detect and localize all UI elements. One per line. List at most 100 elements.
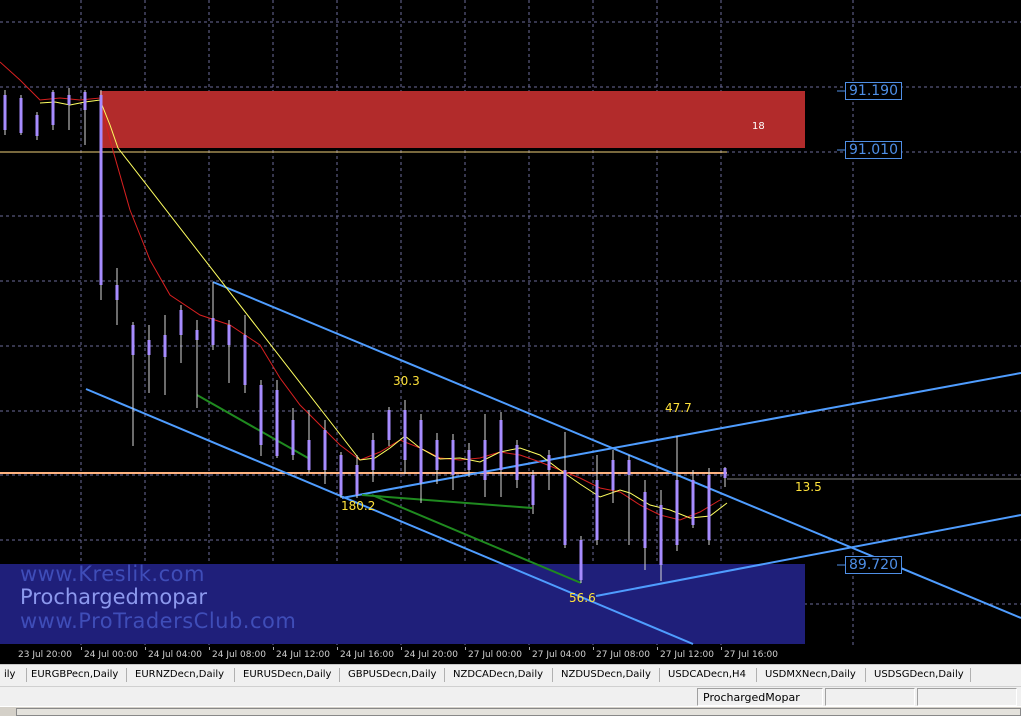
time-label: 24 Jul 04:00 — [148, 650, 202, 660]
candle-body — [691, 480, 695, 525]
tab-eurusd[interactable]: EURUSDecn,Daily — [239, 667, 335, 685]
time-tick — [337, 647, 338, 650]
tab-separator — [552, 668, 553, 682]
swing-annotation-5: 56.6 — [569, 591, 596, 605]
candle-body — [131, 325, 135, 355]
time-label: 27 Jul 00:00 — [468, 650, 522, 660]
tab-separator — [339, 668, 340, 682]
tab-nzdcad[interactable]: NZDCADecn,Daily — [449, 667, 547, 685]
status-cell-empty — [917, 688, 1017, 706]
tab-separator — [126, 668, 127, 682]
price-label-zone-bottom: 91.010 — [845, 141, 902, 159]
candle-body — [323, 430, 327, 470]
candle-body — [147, 340, 151, 355]
candle-body — [387, 410, 391, 440]
price-label-lower: 89.720 — [845, 556, 902, 574]
tab-separator — [444, 668, 445, 682]
terminal-window: 18 91.190 91.010 89.720 30.3 47.7 13.5 1… — [0, 0, 1021, 716]
candle-body — [483, 440, 487, 480]
horizontal-scrollbar[interactable] — [0, 706, 1021, 716]
candle-body — [419, 420, 423, 483]
time-label: 27 Jul 16:00 — [724, 650, 778, 660]
price-chart[interactable]: 18 91.190 91.010 89.720 30.3 47.7 13.5 1… — [0, 0, 1021, 647]
candle-body — [179, 310, 183, 335]
tab-eurnzd[interactable]: EURNZDecn,Daily — [131, 667, 228, 685]
moving-average-fast — [39, 99, 728, 519]
swing-annotation-3: 13.5 — [795, 480, 822, 494]
candle-body — [723, 468, 727, 478]
swing-annotation-2: 47.7 — [665, 401, 692, 415]
candle-body — [307, 440, 311, 470]
swing-annotation-1: 30.3 — [393, 374, 420, 388]
candle-body — [499, 420, 503, 470]
watermark-protradersclub: www.ProTradersClub.com — [20, 609, 297, 633]
candle-body — [83, 92, 87, 110]
candle-body — [579, 540, 583, 580]
time-tick — [209, 647, 210, 650]
tab-separator — [865, 668, 866, 682]
candle-body — [115, 285, 119, 300]
tab-separator — [659, 668, 660, 682]
candle-body — [467, 450, 471, 470]
candle-body — [371, 440, 375, 470]
time-label: 27 Jul 08:00 — [596, 650, 650, 660]
tab-eurgbp[interactable]: EURGBPecn,Daily — [27, 667, 122, 685]
status-profile: ProchargedMopar — [697, 688, 823, 706]
price-label-upper: 91.190 — [845, 82, 902, 100]
candle-body — [99, 95, 103, 285]
candle-body — [611, 460, 615, 490]
status-cell-empty — [825, 688, 915, 706]
candle-body — [675, 480, 679, 545]
candle-body — [643, 492, 647, 548]
time-label: 23 Jul 20:00 — [18, 650, 72, 660]
candle-body — [195, 330, 199, 340]
time-label: 24 Jul 20:00 — [404, 650, 458, 660]
candle-body — [67, 95, 71, 105]
time-label: 27 Jul 04:00 — [532, 650, 586, 660]
candle-body — [355, 465, 359, 495]
candle-body — [163, 335, 167, 357]
time-tick — [657, 647, 658, 650]
time-tick — [145, 647, 146, 650]
symbol-tabs-bar: ily EURGBPecn,Daily EURNZDecn,Daily EURU… — [0, 664, 1021, 686]
tab-usdsgd[interactable]: USDSGDecn,Daily — [870, 667, 968, 685]
candle-body — [19, 98, 23, 133]
candle-body — [227, 325, 231, 345]
candle-body — [547, 455, 551, 470]
candle-body — [339, 455, 343, 495]
tab-separator — [234, 668, 235, 682]
time-axis: 23 Jul 20:00 24 Jul 00:00 24 Jul 04:00 2… — [0, 647, 1021, 664]
watermark-kreslik: www.Kreslik.com — [20, 562, 205, 586]
time-label: 24 Jul 08:00 — [212, 650, 266, 660]
time-label: 24 Jul 12:00 — [276, 650, 330, 660]
candle-body — [51, 92, 55, 125]
candle-body — [403, 410, 407, 460]
tab-usdmxn[interactable]: USDMXNecn,Daily — [761, 667, 860, 685]
tab-nzdusd[interactable]: NZDUSDecn,Daily — [557, 667, 655, 685]
tab-gbpusd[interactable]: GBPUSDecn,Daily — [344, 667, 440, 685]
candle-body — [515, 445, 519, 480]
trend-line — [196, 394, 309, 459]
candle-body — [275, 390, 279, 456]
candle-body — [3, 95, 7, 130]
candle-body — [451, 440, 455, 475]
candle-body — [563, 470, 567, 545]
candle-body — [595, 480, 599, 540]
candle-body — [211, 318, 215, 345]
time-tick — [465, 647, 466, 650]
swing-annotation-4: 180.2 — [341, 499, 376, 513]
supply-zone — [100, 91, 805, 148]
candle-body — [531, 475, 535, 505]
candle-body — [435, 440, 439, 470]
time-tick — [529, 647, 530, 650]
candle-body — [707, 475, 711, 540]
watermark-author: Prochargedmopar — [20, 585, 208, 609]
tab-usdcad-active[interactable]: USDCADecn,H4 — [664, 667, 750, 685]
scrollbar-thumb[interactable] — [16, 708, 1021, 716]
candle-body — [627, 460, 631, 475]
candle-body — [243, 335, 247, 385]
tab-partial[interactable]: ily — [0, 667, 26, 685]
time-tick — [81, 647, 82, 650]
time-label: 24 Jul 00:00 — [84, 650, 138, 660]
candle-body — [35, 115, 39, 136]
